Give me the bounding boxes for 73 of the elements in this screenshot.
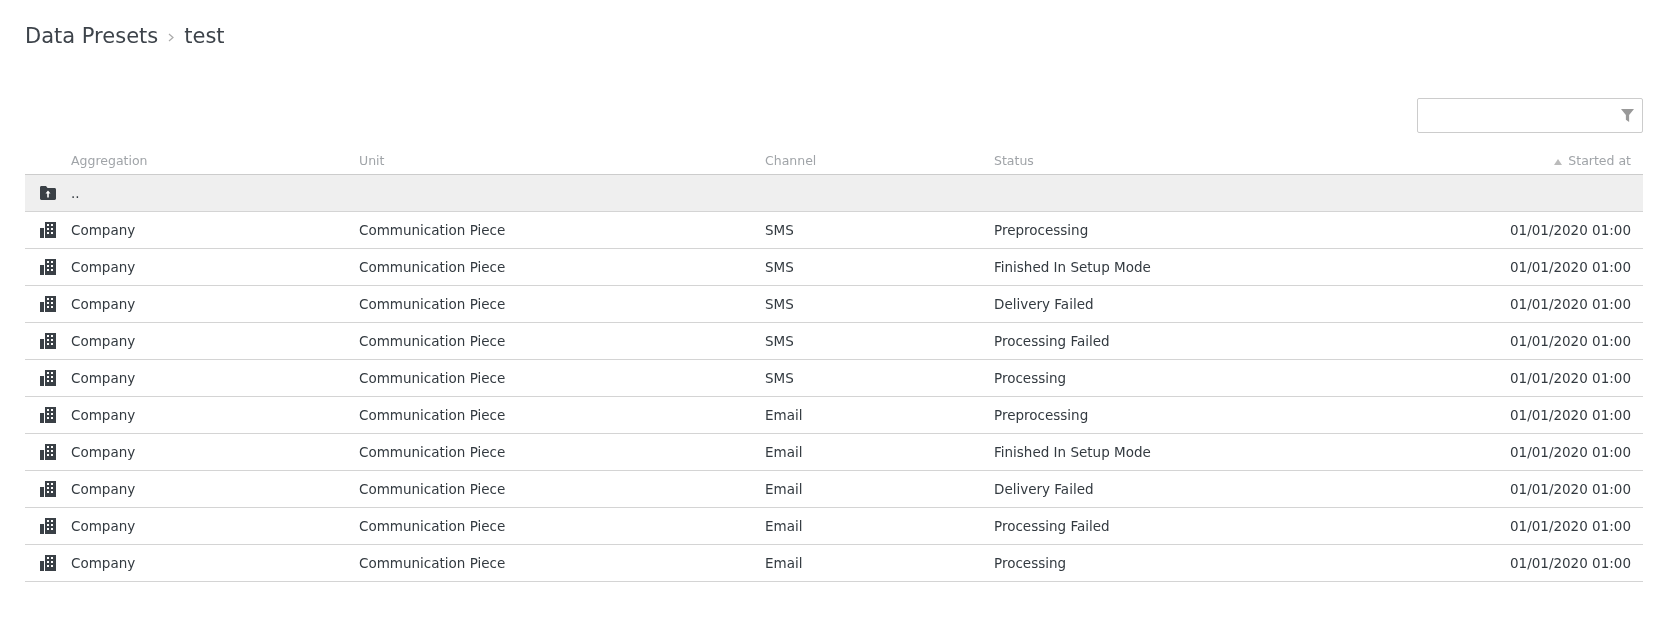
table-cell-text: 01/01/2020 01:00 bbox=[1510, 220, 1631, 240]
building-icon bbox=[40, 259, 56, 275]
table-cell-text: 01/01/2020 01:00 bbox=[1510, 294, 1631, 314]
building-icon bbox=[40, 296, 56, 312]
table-cell: Delivery Failed bbox=[994, 295, 1094, 312]
building-icon bbox=[40, 555, 56, 571]
column-header[interactable]: Aggregation bbox=[71, 153, 148, 169]
column-header[interactable]: Unit bbox=[359, 153, 385, 169]
table-cell: Company bbox=[71, 258, 136, 275]
table-cell: Communication Piece bbox=[359, 480, 506, 497]
table-cell: Preprocessing bbox=[994, 221, 1089, 238]
table-cell: Email bbox=[765, 443, 803, 460]
table-cell: Communication Piece bbox=[359, 517, 506, 534]
table-cell: Processing Failed bbox=[994, 517, 1110, 534]
table-cell: Communication Piece bbox=[359, 332, 506, 349]
table-cell: Company bbox=[71, 295, 136, 312]
building-icon bbox=[40, 481, 56, 497]
table-cell: SMS bbox=[765, 295, 794, 312]
breadcrumb-link[interactable]: Data Presets bbox=[25, 21, 159, 53]
table-cell: Communication Piece bbox=[359, 554, 506, 571]
table-cell-text: 01/01/2020 01:00 bbox=[1510, 368, 1631, 388]
table-cell: Communication Piece bbox=[359, 406, 506, 423]
table-cell: Company bbox=[71, 480, 136, 497]
table-cell: SMS bbox=[765, 369, 794, 386]
table-cell: Company bbox=[71, 406, 136, 423]
table-cell: Communication Piece bbox=[359, 258, 506, 275]
building-icon bbox=[40, 518, 56, 534]
table-cell: Company bbox=[71, 332, 136, 349]
table-cell: Preprocessing bbox=[994, 406, 1089, 423]
table-cell: SMS bbox=[765, 221, 794, 238]
table-cell-text: 01/01/2020 01:00 bbox=[1510, 331, 1631, 351]
table-cell: SMS bbox=[765, 332, 794, 349]
table-cell: Delivery Failed bbox=[994, 480, 1094, 497]
table-cell-text: 01/01/2020 01:00 bbox=[1510, 553, 1631, 573]
table-cell: Email bbox=[765, 517, 803, 534]
chevron-icon bbox=[168, 32, 175, 42]
building-icon bbox=[40, 222, 56, 238]
table-cell: Company bbox=[71, 369, 136, 386]
table-cell: Company bbox=[71, 221, 136, 238]
column-header[interactable]: Started at bbox=[1568, 152, 1631, 171]
table-cell-text: 01/01/2020 01:00 bbox=[1510, 257, 1631, 277]
building-icon bbox=[40, 370, 56, 386]
table-cell: Communication Piece bbox=[359, 221, 506, 238]
building-icon bbox=[40, 444, 56, 460]
table-cell: Processing bbox=[994, 369, 1067, 386]
table-cell: Processing bbox=[994, 554, 1067, 571]
table-cell: Finished In Setup Mode bbox=[994, 258, 1151, 275]
table-cell: Email bbox=[765, 406, 803, 423]
building-icon bbox=[40, 333, 56, 349]
table-cell: Communication Piece bbox=[359, 443, 506, 460]
parent-folder-row[interactable]: .. bbox=[25, 175, 1643, 212]
table-cell: Processing Failed bbox=[994, 332, 1110, 349]
column-header[interactable]: Status bbox=[994, 153, 1034, 169]
table-cell: Email bbox=[765, 480, 803, 497]
table-cell: Company bbox=[71, 517, 136, 534]
table-cell: Company bbox=[71, 443, 136, 460]
table-cell: Finished In Setup Mode bbox=[994, 443, 1151, 460]
table-cell-text: 01/01/2020 01:00 bbox=[1510, 479, 1631, 499]
table-cell-text: 01/01/2020 01:00 bbox=[1510, 405, 1631, 425]
parent-folder-link[interactable]: .. bbox=[71, 184, 80, 201]
filter-icon bbox=[1621, 109, 1634, 122]
building-icon bbox=[40, 407, 56, 423]
table-cell-text: 01/01/2020 01:00 bbox=[1510, 516, 1631, 536]
breadcrumb-current: test bbox=[184, 23, 225, 51]
column-header[interactable]: Channel bbox=[765, 153, 817, 169]
table-cell: Communication Piece bbox=[359, 369, 506, 386]
table-cell-text: 01/01/2020 01:00 bbox=[1510, 442, 1631, 462]
table-cell: Email bbox=[765, 554, 803, 571]
table-cell: Communication Piece bbox=[359, 295, 506, 312]
table-cell: Company bbox=[71, 554, 136, 571]
table-cell: SMS bbox=[765, 258, 794, 275]
filter-field[interactable] bbox=[1417, 98, 1643, 133]
folder-up-icon bbox=[40, 186, 56, 200]
